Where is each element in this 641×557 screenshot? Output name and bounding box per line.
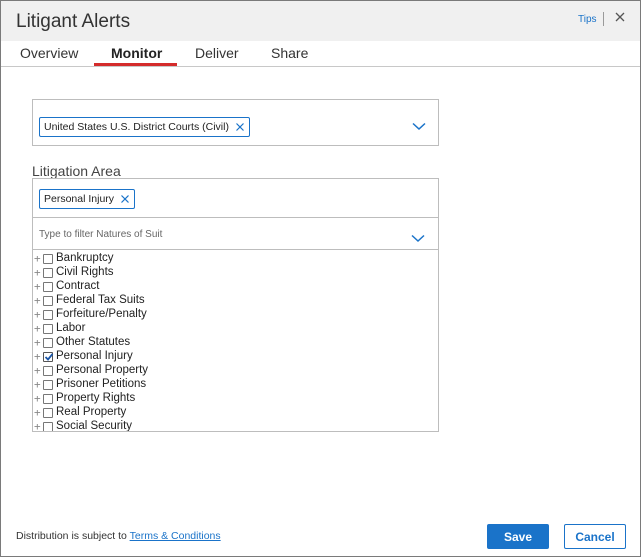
- checkbox[interactable]: [43, 422, 53, 431]
- checkbox[interactable]: [43, 254, 53, 264]
- filter-input[interactable]: [39, 226, 399, 242]
- expand-icon[interactable]: +: [34, 337, 43, 348]
- tree-item-label: Federal Tax Suits: [56, 294, 145, 306]
- tree-item-label: Property Rights: [56, 392, 136, 404]
- tree-item[interactable]: + Social Security: [33, 420, 433, 432]
- personal-injury-chip-label: Personal Injury: [44, 193, 115, 205]
- nature-of-suit-filter: [32, 217, 439, 250]
- tree-item[interactable]: + Bankruptcy: [33, 252, 433, 266]
- tree-item-label: Prisoner Petitions: [56, 378, 147, 390]
- checkbox[interactable]: [43, 408, 53, 418]
- tree-item[interactable]: + Federal Tax Suits: [33, 294, 433, 308]
- personal-injury-chip: Personal Injury: [39, 189, 136, 209]
- court-chip: United States U.S. District Courts (Civi…: [39, 117, 250, 137]
- tree-item-label: Personal Property: [56, 364, 149, 376]
- close-icon[interactable]: [613, 10, 627, 24]
- tree-item-label: Labor: [56, 322, 86, 334]
- remove-chip-icon[interactable]: [235, 122, 245, 132]
- terms-conditions-link[interactable]: Terms & Conditions: [130, 530, 221, 542]
- expand-icon[interactable]: +: [34, 323, 43, 334]
- tab-monitor[interactable]: Monitor: [111, 45, 162, 61]
- checkbox-checked[interactable]: [43, 352, 54, 362]
- tree-item[interactable]: + Personal Injury: [33, 350, 433, 364]
- checkbox[interactable]: [43, 268, 53, 278]
- expand-icon[interactable]: +: [34, 379, 43, 390]
- checkbox[interactable]: [43, 338, 53, 348]
- tree-item-label: Forfeiture/Penalty: [56, 308, 147, 320]
- tree-item[interactable]: + Forfeiture/Penalty: [33, 308, 433, 322]
- remove-chip-icon[interactable]: [120, 194, 130, 204]
- expand-icon[interactable]: +: [34, 309, 43, 320]
- expand-icon[interactable]: +: [34, 393, 43, 404]
- checkbox[interactable]: [43, 324, 53, 334]
- expand-icon[interactable]: +: [34, 253, 43, 264]
- footer-text: Distribution is subject to: [16, 530, 130, 542]
- expand-icon[interactable]: +: [34, 281, 43, 292]
- court-selector[interactable]: United States U.S. District Courts (Civi…: [32, 99, 439, 146]
- tree-item-label: Real Property: [56, 406, 127, 418]
- cancel-button[interactable]: Cancel: [564, 524, 626, 549]
- litigation-area-label: Litigation Area: [32, 163, 121, 179]
- tree-item-label: Other Statutes: [56, 336, 131, 348]
- checkmark-icon: [44, 353, 54, 361]
- litigation-area-selected[interactable]: Personal Injury: [32, 178, 439, 218]
- expand-icon[interactable]: +: [34, 421, 43, 431]
- active-tab-indicator: [94, 63, 177, 66]
- header-divider: [603, 12, 604, 26]
- court-chip-label: United States U.S. District Courts (Civi…: [44, 121, 229, 133]
- expand-icon[interactable]: +: [34, 267, 43, 278]
- checkbox[interactable]: [43, 366, 53, 376]
- checkbox[interactable]: [43, 394, 53, 404]
- tab-overview[interactable]: Overview: [20, 45, 78, 61]
- tree-item-label: Civil Rights: [56, 266, 114, 278]
- checkbox[interactable]: [43, 310, 53, 320]
- tree-item[interactable]: + Real Property: [33, 406, 433, 420]
- tab-bar: Overview Monitor Deliver Share: [1, 41, 640, 67]
- tree-item[interactable]: + Labor: [33, 322, 433, 336]
- chevron-down-icon[interactable]: [411, 230, 425, 243]
- tree-item-label: Social Security: [56, 420, 133, 432]
- tree-item-label: Personal Injury: [56, 350, 133, 362]
- tab-share[interactable]: Share: [271, 45, 308, 61]
- tree-item[interactable]: + Personal Property: [33, 364, 433, 378]
- nature-of-suit-tree: + Bankruptcy + Civil Rights + Contract +…: [32, 250, 439, 432]
- tips-link[interactable]: Tips: [578, 14, 597, 25]
- tree-item-label: Contract: [56, 280, 100, 292]
- tree-item-label: Bankruptcy: [56, 252, 114, 264]
- tree-item[interactable]: + Civil Rights: [33, 266, 433, 280]
- footer-disclaimer: Distribution is subject to Terms & Condi…: [16, 530, 221, 542]
- tab-deliver[interactable]: Deliver: [195, 45, 239, 61]
- litigant-alerts-dialog: Litigant Alerts Tips Overview Monitor De…: [0, 0, 641, 557]
- chevron-down-icon[interactable]: [412, 118, 426, 131]
- expand-icon[interactable]: +: [34, 365, 43, 376]
- expand-icon[interactable]: +: [34, 351, 43, 362]
- checkbox[interactable]: [43, 296, 53, 306]
- tree-item[interactable]: + Property Rights: [33, 392, 433, 406]
- checkbox[interactable]: [43, 380, 53, 390]
- checkbox[interactable]: [43, 282, 53, 292]
- tree-item[interactable]: + Other Statutes: [33, 336, 433, 350]
- dialog-header: Litigant Alerts Tips: [1, 1, 640, 41]
- expand-icon[interactable]: +: [34, 295, 43, 306]
- save-button[interactable]: Save: [487, 524, 549, 549]
- tree-item[interactable]: + Prisoner Petitions: [33, 378, 433, 392]
- dialog-title: Litigant Alerts: [16, 11, 131, 32]
- tree-item[interactable]: + Contract: [33, 280, 433, 294]
- expand-icon[interactable]: +: [34, 407, 43, 418]
